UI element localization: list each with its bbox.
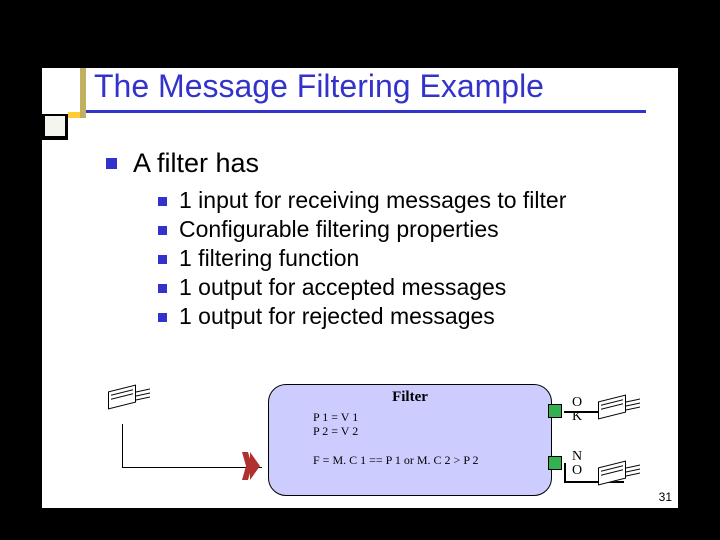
bullet-square-icon [158,313,167,322]
output-port-ok [548,404,562,418]
filter-function: F = M. C 1 == P 1 or M. C 2 > P 2 [269,439,551,468]
output-label-ok: O K [572,396,592,424]
slide-title: The Message Filtering Example [94,68,544,105]
bullet-level2-text: 1 filtering function [179,245,359,272]
filter-prop1: P 1 = V 1 [313,410,551,424]
connector-out-no [564,463,566,481]
slide: · · · The Message Filtering Example A fi… [42,68,678,508]
slide-logo: · · · [45,116,65,136]
output-label-no: N O [572,450,592,478]
bullet-level2-text: Configurable filtering properties [179,216,499,243]
output-port-no [548,456,562,470]
bullet-level2-text: 1 output for accepted messages [179,274,506,301]
bullet-level2: Configurable filtering properties [158,216,656,243]
filter-diagram: Filter P 1 = V 1 P 2 = V 2 F = M. C 1 ==… [102,378,668,508]
slide-body: A filter has 1 input for receiving messa… [106,148,656,332]
bullet-level2: 1 output for rejected messages [158,303,656,330]
bullet-level2: 1 output for accepted messages [158,274,656,301]
filter-input-port [250,452,268,480]
filter-properties: P 1 = V 1 P 2 = V 2 [269,410,551,439]
bullet-level2-text: 1 output for rejected messages [179,303,495,330]
bullet-square-icon [158,197,167,206]
chevron-input-icon [250,452,268,480]
bullet-level2-text: 1 input for receiving messages to filter [179,187,566,214]
bullet-level2: 1 filtering function [158,245,656,272]
filter-box: Filter P 1 = V 1 P 2 = V 2 F = M. C 1 ==… [268,384,552,496]
bullet-level1-text: A filter has [133,148,259,179]
connector-in [122,424,262,468]
title-underline [86,110,646,113]
filter-prop2: P 2 = V 2 [313,424,551,438]
bullet-level2: 1 input for receiving messages to filter [158,187,656,214]
message-out-ok-icon [598,398,626,416]
bullet-level1: A filter has [106,148,656,179]
bullet-level2-list: 1 input for receiving messages to filter… [158,187,656,330]
filter-box-title: Filter [269,385,551,410]
bullet-square-icon [158,255,167,264]
bullet-square-icon [106,158,117,169]
message-out-no-icon [598,464,626,482]
message-in-icon [108,388,152,414]
bullet-square-icon [158,284,167,293]
page-number: 31 [659,490,672,504]
bullet-square-icon [158,226,167,235]
